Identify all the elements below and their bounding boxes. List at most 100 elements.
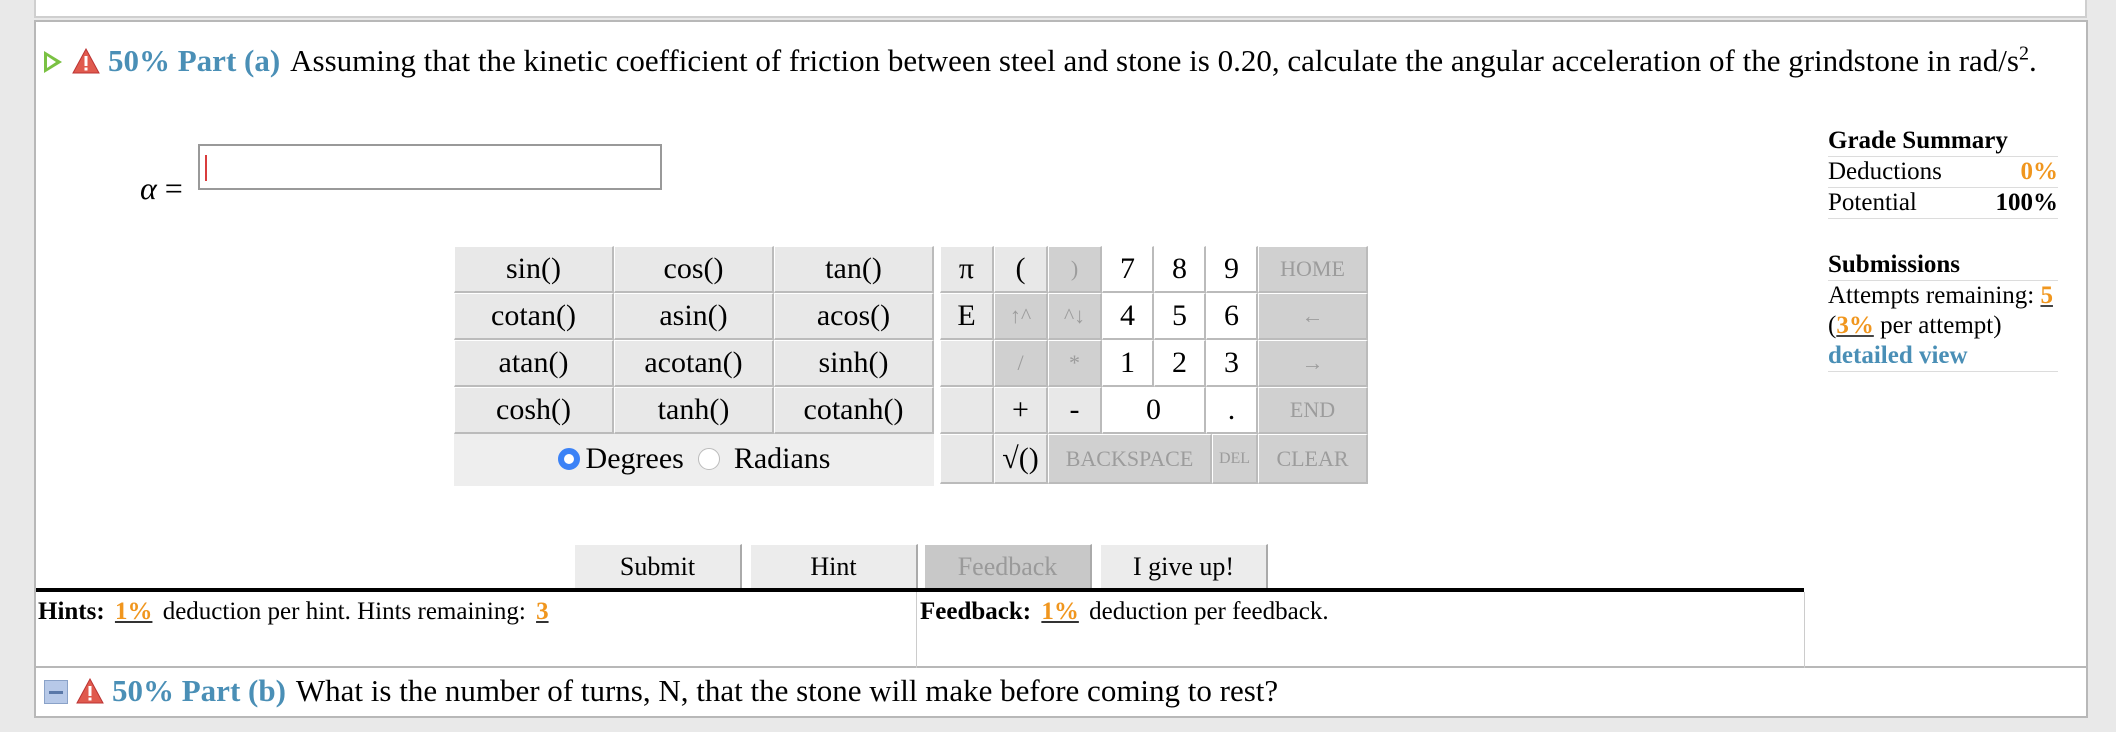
per-attempt-label: per attempt) [1873, 312, 2002, 339]
key-9[interactable]: 9 [1206, 246, 1258, 293]
question-end: . [2028, 43, 2037, 78]
equals-sign: = [156, 170, 183, 206]
key-0[interactable]: 0 [1102, 387, 1206, 434]
warning-icon [76, 678, 104, 704]
key-4[interactable]: 4 [1102, 293, 1154, 340]
hints-remaining: 3 [536, 598, 549, 625]
key-home[interactable]: HOME [1258, 246, 1368, 293]
hints-info: Hints: 1% deduction per hint. Hints rema… [36, 598, 918, 626]
part-a-percent: 50% Part (a) [108, 43, 281, 78]
key-decimal[interactable]: . [1206, 387, 1258, 434]
previous-panel-edge [34, 0, 2087, 18]
attempts-label: Attempts remaining: [1828, 282, 2041, 309]
key-multiply[interactable]: * [1048, 340, 1102, 387]
part-b-header: 50% Part (b) What is the number of turns,… [34, 668, 2088, 718]
deductions-label: Deductions [1828, 158, 1942, 185]
feedback-label: Feedback: [920, 598, 1032, 625]
answer-label: α = [140, 170, 183, 207]
detailed-view-link[interactable]: detailed view [1828, 342, 1968, 369]
part-a-header: 50% Part (a) Assuming that the kinetic co… [44, 38, 2054, 83]
grade-summary-title: Grade Summary [1828, 126, 2058, 157]
key-up-up[interactable]: ↑^ [994, 293, 1048, 340]
key-left-arrow[interactable]: ← [1258, 293, 1368, 340]
key-7[interactable]: 7 [1102, 246, 1154, 293]
exponent: 2 [2018, 42, 2029, 65]
potential-label: Potential [1828, 189, 1917, 216]
key-blank-2 [940, 387, 994, 434]
angle-mode-selector: Degrees Radians [454, 434, 934, 484]
attempts-value: 5 [2040, 282, 2053, 309]
part-b-question: What is the number of turns, N, that the… [295, 673, 1279, 708]
key-blank-3 [940, 434, 994, 484]
key-tanh[interactable]: tanh() [614, 387, 774, 434]
hint-button[interactable]: Hint [750, 544, 918, 590]
divider [1804, 592, 1805, 670]
key-open-paren[interactable]: ( [994, 246, 1048, 293]
key-right-arrow[interactable]: → [1258, 340, 1368, 387]
key-del[interactable]: DEL [1212, 434, 1258, 484]
divider [916, 592, 917, 670]
feedback-button[interactable]: Feedback [924, 544, 1092, 590]
key-close-paren[interactable]: ) [1048, 246, 1102, 293]
key-up-down[interactable]: ^↓ [1048, 293, 1102, 340]
per-attempt-line: (3% per attempt) [1828, 311, 2058, 341]
key-divide[interactable]: / [994, 340, 1048, 387]
key-e[interactable]: E [940, 293, 994, 340]
grade-summary: Grade Summary Deductions 0% Potential 100% [1828, 126, 2058, 219]
key-cosh[interactable]: cosh() [454, 387, 614, 434]
radians-radio[interactable] [697, 448, 720, 470]
per-attempt-value: 3% [1836, 312, 1874, 339]
submit-button[interactable]: Submit [574, 544, 742, 590]
hint-deduction: 1% [114, 598, 153, 625]
answer-input[interactable] [198, 144, 662, 190]
key-pi[interactable]: π [940, 246, 994, 293]
key-5[interactable]: 5 [1154, 293, 1206, 340]
hints-feedback-bar: Hints: 1% deduction per hint. Hints rema… [36, 588, 1805, 670]
potential-row: Potential 100% [1828, 188, 2058, 219]
deductions-value: 0% [2020, 158, 2059, 185]
key-atan[interactable]: atan() [454, 340, 614, 387]
function-grid: sin() cos() tan() cotan() asin() acos() … [454, 246, 934, 486]
feedback-deduction: 1% [1041, 598, 1079, 625]
key-cotanh[interactable]: cotanh() [774, 387, 934, 434]
key-6[interactable]: 6 [1206, 293, 1258, 340]
part-a-question: Assuming that the kinetic coefficient of… [290, 43, 2019, 78]
text-cursor [205, 155, 207, 181]
key-minus[interactable]: - [1048, 387, 1102, 434]
key-clear[interactable]: CLEAR [1258, 434, 1368, 484]
potential-value: 100% [1995, 189, 2059, 216]
key-blank-1 [940, 340, 994, 387]
radians-label: Radians [733, 442, 831, 475]
key-8[interactable]: 8 [1154, 246, 1206, 293]
collapse-icon[interactable] [44, 680, 68, 704]
feedback-info: Feedback: 1% deduction per feedback. [920, 598, 1329, 626]
key-asin[interactable]: asin() [614, 293, 774, 340]
attempts-line: Attempts remaining: 5 [1828, 281, 2058, 311]
key-end[interactable]: END [1258, 387, 1368, 434]
key-2[interactable]: 2 [1154, 340, 1206, 387]
key-acos[interactable]: acos() [774, 293, 934, 340]
key-tan[interactable]: tan() [774, 246, 934, 293]
key-cos[interactable]: cos() [614, 246, 774, 293]
key-acotan[interactable]: acotan() [614, 340, 774, 387]
key-1[interactable]: 1 [1102, 340, 1154, 387]
alpha-symbol: α [140, 170, 157, 206]
deductions-row: Deductions 0% [1828, 157, 2058, 188]
key-backspace[interactable]: BACKSPACE [1048, 434, 1212, 484]
part-b-percent: 50% Part (b) [112, 673, 286, 708]
key-plus[interactable]: + [994, 387, 1048, 434]
feedback-text: deduction per feedback. [1082, 598, 1329, 625]
key-sin[interactable]: sin() [454, 246, 614, 293]
key-3[interactable]: 3 [1206, 340, 1258, 387]
key-sqrt[interactable]: √() [994, 434, 1048, 484]
give-up-button[interactable]: I give up! [1100, 544, 1268, 590]
play-icon[interactable] [44, 51, 62, 73]
part-a-panel: 50% Part (a) Assuming that the kinetic co… [34, 20, 2088, 670]
hints-label: Hints: [38, 598, 105, 625]
keypad: sin() cos() tan() cotan() asin() acos() … [454, 246, 1384, 486]
submissions-title: Submissions [1828, 250, 2058, 281]
key-cotan[interactable]: cotan() [454, 293, 614, 340]
degrees-radio[interactable] [557, 448, 580, 470]
key-sinh[interactable]: sinh() [774, 340, 934, 387]
warning-icon [72, 48, 100, 74]
